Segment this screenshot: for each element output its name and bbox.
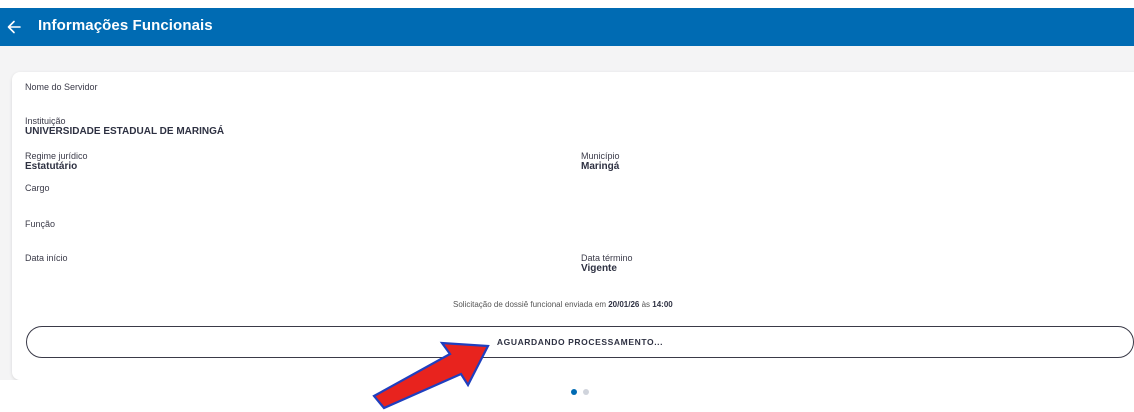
solicitacao-time: 14:00 bbox=[652, 300, 673, 309]
regime-label: Regime jurídico bbox=[25, 151, 88, 161]
municipio-label: Município bbox=[581, 151, 620, 161]
bottom-area bbox=[0, 380, 1134, 412]
functional-info-card: Nome do Servidor Instituição UNIVERSIDAD… bbox=[12, 72, 1134, 380]
servidor-label: Nome do Servidor bbox=[25, 82, 98, 92]
pagination-dot-active[interactable] bbox=[571, 389, 577, 395]
municipio-value: Maringá bbox=[581, 161, 620, 172]
cargo-label: Cargo bbox=[25, 183, 50, 193]
data-inicio-label: Data início bbox=[25, 253, 68, 263]
pagination-dots bbox=[571, 389, 589, 395]
instituicao-label: Instituição bbox=[25, 116, 66, 126]
solicitacao-prefix: Solicitação de dossiê funcional enviada … bbox=[453, 300, 606, 309]
page-title: Informações Funcionais bbox=[38, 17, 213, 34]
funcao-label: Função bbox=[25, 219, 56, 229]
arrow-left-icon[interactable] bbox=[6, 18, 22, 36]
annotation-arrow-icon bbox=[372, 341, 490, 410]
processing-status-button[interactable]: AGUARDANDO PROCESSAMENTO... bbox=[26, 326, 1134, 358]
regime-value: Estatutário bbox=[25, 161, 78, 172]
app-header: Informações Funcionais bbox=[0, 8, 1134, 46]
page: Informações Funcionais Nome do Servidor … bbox=[0, 0, 1134, 412]
instituicao-value: UNIVERSIDADE ESTADUAL DE MARINGÁ bbox=[25, 126, 225, 137]
data-termino-value: Vigente bbox=[581, 263, 617, 274]
processing-status-label: AGUARDANDO PROCESSAMENTO... bbox=[496, 337, 664, 347]
top-strip bbox=[0, 0, 1134, 8]
data-termino-label: Data término bbox=[581, 253, 633, 263]
solicitacao-connector: às bbox=[641, 300, 651, 309]
solicitacao-date: 20/01/26 bbox=[608, 300, 640, 309]
solicitacao-text: Solicitação de dossiê funcional enviada … bbox=[453, 300, 673, 309]
pagination-dot-inactive[interactable] bbox=[583, 389, 589, 395]
